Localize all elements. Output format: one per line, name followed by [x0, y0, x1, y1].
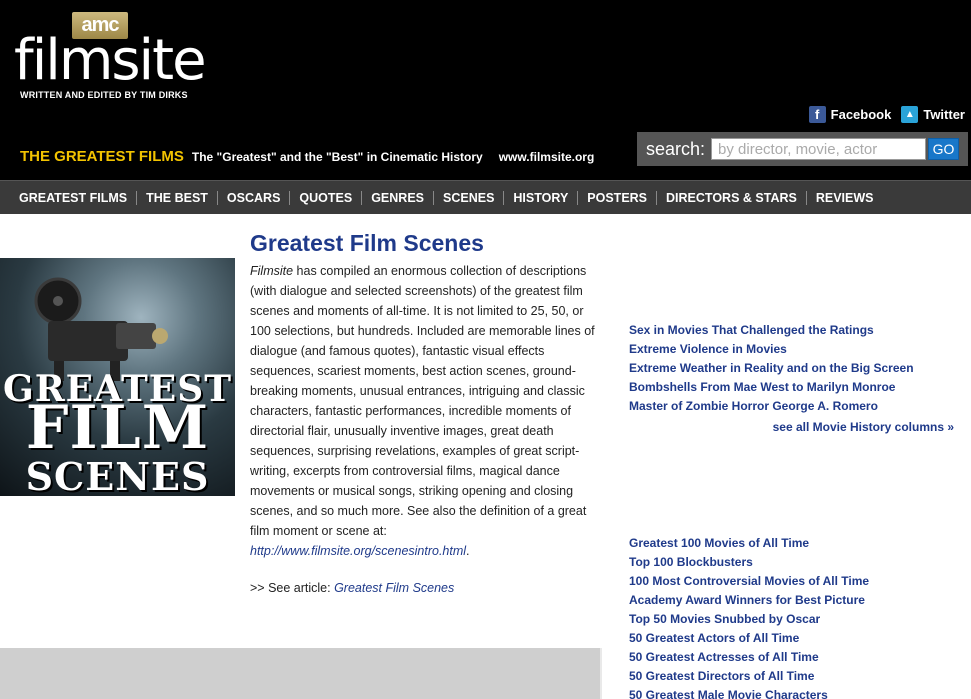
- history-link[interactable]: Master of Zombie Horror George A. Romero: [629, 397, 959, 416]
- search-label: search:: [646, 138, 706, 159]
- search-input[interactable]: [711, 138, 927, 160]
- article-body: Filmsite has compiled an enormous collec…: [250, 261, 600, 561]
- nav-posters[interactable]: POSTERS: [578, 190, 658, 205]
- site-tagline: WRITTEN AND EDITED BY TIM DIRKS: [20, 90, 188, 100]
- nav-directors-stars[interactable]: DIRECTORS & STARS: [657, 190, 807, 205]
- history-link[interactable]: Extreme Weather in Reality and on the Bi…: [629, 359, 959, 378]
- gray-footer-strip: [0, 648, 602, 699]
- greatest-lists-links: Greatest 100 Movies of All Time Top 100 …: [629, 534, 959, 699]
- nav-oscars[interactable]: OSCARS: [218, 190, 291, 205]
- movie-history-links: Sex in Movies That Challenged the Rating…: [629, 321, 959, 416]
- site-subtitle: The "Greatest" and the "Best" in Cinemat…: [191, 150, 483, 164]
- article-text: has compiled an enormous collection of d…: [250, 264, 595, 538]
- see-article-link[interactable]: Greatest Film Scenes: [334, 581, 454, 595]
- nav-reviews[interactable]: REVIEWS: [807, 191, 883, 205]
- social-links: f Facebook ▲ Twitter: [808, 106, 965, 123]
- nav-greatest-films[interactable]: GREATEST FILMS: [10, 190, 138, 205]
- main-nav: GREATEST FILMS THE BEST OSCARS QUOTES GE…: [0, 180, 971, 214]
- twitter-icon: ▲: [901, 106, 919, 123]
- article: Greatest Film Scenes Filmsite has compil…: [250, 230, 600, 595]
- facebook-link[interactable]: f Facebook: [808, 106, 892, 123]
- history-link[interactable]: Extreme Violence in Movies: [629, 340, 959, 359]
- nav-scenes[interactable]: SCENES: [434, 190, 505, 205]
- nav-history[interactable]: HISTORY: [504, 190, 579, 205]
- strip-divider: [600, 648, 602, 699]
- site-title[interactable]: THE GREATEST FILMS: [20, 148, 184, 165]
- site-name: Filmsite: [250, 264, 294, 278]
- scenes-intro-link[interactable]: http://www.filmsite.org/scenesintro.html: [250, 544, 466, 558]
- history-link[interactable]: Bombshells From Mae West to Marilyn Monr…: [629, 378, 959, 397]
- greatest-film-scenes-image: GREATEST FILM SCENES: [0, 258, 235, 496]
- list-link[interactable]: 100 Most Controversial Movies of All Tim…: [629, 572, 959, 591]
- twitter-label: Twitter: [923, 107, 965, 122]
- article-title: Greatest Film Scenes: [250, 230, 484, 256]
- subheader: THE GREATEST FILMS The "Greatest" and th…: [20, 148, 594, 165]
- see-article: >> See article: Greatest Film Scenes: [250, 581, 600, 595]
- search-box: search: GO: [637, 132, 968, 166]
- nav-the-best[interactable]: THE BEST: [137, 190, 218, 205]
- history-link[interactable]: Sex in Movies That Challenged the Rating…: [629, 321, 959, 340]
- facebook-label: Facebook: [830, 107, 892, 122]
- list-link[interactable]: 50 Greatest Male Movie Characters: [629, 686, 959, 699]
- link-suffix: .: [466, 544, 470, 558]
- facebook-icon: f: [808, 106, 826, 123]
- list-link[interactable]: Greatest 100 Movies of All Time: [629, 534, 959, 553]
- filmsite-logo[interactable]: filmsite: [14, 30, 207, 92]
- see-article-prefix: >> See article:: [250, 581, 335, 595]
- search-go-button[interactable]: GO: [928, 138, 960, 160]
- list-link[interactable]: 50 Greatest Actresses of All Time: [629, 648, 959, 667]
- site-url[interactable]: www.filmsite.org: [499, 150, 595, 164]
- list-link[interactable]: 50 Greatest Directors of All Time: [629, 667, 959, 686]
- list-link[interactable]: Top 100 Blockbusters: [629, 553, 959, 572]
- film-projector-icon: [34, 277, 168, 381]
- nav-genres[interactable]: GENRES: [362, 190, 434, 205]
- site-header: amc filmsite WRITTEN AND EDITED BY TIM D…: [0, 0, 971, 180]
- hero-line-scenes: SCENES: [25, 454, 210, 496]
- hero-line-film: FILM: [25, 393, 210, 463]
- list-link[interactable]: Academy Award Winners for Best Picture: [629, 591, 959, 610]
- see-all-history-link[interactable]: see all Movie History columns »: [629, 420, 954, 434]
- twitter-link[interactable]: ▲ Twitter: [901, 106, 965, 123]
- list-link[interactable]: 50 Greatest Actors of All Time: [629, 629, 959, 648]
- list-link[interactable]: Top 50 Movies Snubbed by Oscar: [629, 610, 959, 629]
- nav-quotes[interactable]: QUOTES: [290, 190, 363, 205]
